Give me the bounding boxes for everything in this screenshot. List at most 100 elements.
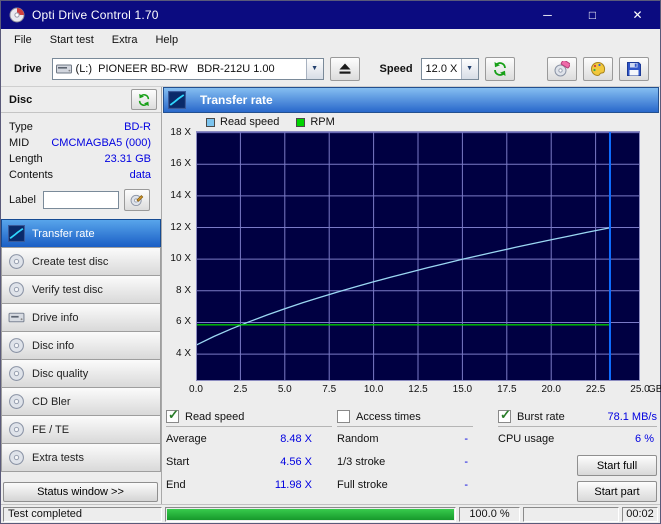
- x-tick-label: 12.5: [403, 384, 433, 395]
- result-label: Full stroke: [337, 479, 388, 491]
- disc-field-contents: Contents data: [1, 167, 161, 183]
- result-row-average: Average 8.48 X: [166, 427, 332, 450]
- speed-select[interactable]: 12.0 X ▼: [421, 58, 479, 80]
- maximize-button[interactable]: □: [570, 1, 615, 29]
- progress-fill: [167, 509, 454, 520]
- close-button[interactable]: ✕: [615, 1, 660, 29]
- x-tick-label: 20.0: [536, 384, 566, 395]
- y-tick-label: 6 X: [176, 316, 191, 327]
- read-speed-results-group: ✓ Read speed Average 8.48 X Start 4.56 X…: [166, 407, 332, 496]
- sidebar-item-label: Disc quality: [32, 368, 88, 380]
- result-row-end: End 11.98 X: [166, 473, 332, 496]
- y-tick-label: 14 X: [170, 190, 191, 201]
- refresh-disc-button[interactable]: [131, 89, 157, 110]
- section-title: Transfer rate: [200, 93, 273, 107]
- sidebar-item-transfer-rate[interactable]: Transfer rate: [1, 219, 161, 248]
- sidebar-item-label: Verify test disc: [32, 284, 103, 296]
- sidebar-item-drive-info[interactable]: Drive info: [1, 303, 161, 332]
- check-icon: ✓: [500, 407, 511, 423]
- statusbar: Test completed 100.0 % 00:02: [1, 504, 660, 523]
- menu-extra[interactable]: Extra: [103, 31, 147, 49]
- start-part-button[interactable]: Start part: [577, 481, 657, 502]
- drive-select[interactable]: (L:) PIONEER BD-RW BDR-212U 1.00 ▼: [52, 58, 324, 80]
- rpm-swatch: [296, 118, 305, 127]
- refresh-speeds-button[interactable]: [485, 57, 515, 81]
- read-speed-legend-label: Read speed: [220, 116, 279, 128]
- field-label: MID: [9, 137, 29, 149]
- access-times-checkbox-row: ✓ Access times: [337, 407, 473, 427]
- write-label-button[interactable]: [124, 189, 150, 211]
- save-button[interactable]: [619, 57, 649, 81]
- disc-label-caption: Label: [9, 194, 36, 206]
- minimize-button[interactable]: ─: [525, 1, 570, 29]
- sidebar-item-label: CD Bler: [32, 396, 71, 408]
- y-tick-label: 16 X: [170, 158, 191, 169]
- disc-field-length: Length 23.31 GB: [1, 151, 161, 167]
- result-label: 1/3 stroke: [337, 456, 385, 468]
- sidebar-item-label: Drive info: [32, 312, 78, 324]
- result-label: CPU usage: [498, 433, 554, 445]
- y-tick-label: 10 X: [170, 253, 191, 264]
- result-row-one-third-stroke: 1/3 stroke -: [337, 450, 473, 473]
- colors-button[interactable]: [583, 57, 613, 81]
- menu-help[interactable]: Help: [146, 31, 187, 49]
- x-tick-label: 22.5: [581, 384, 611, 395]
- chart-legend: Read speed RPM: [162, 113, 660, 131]
- x-axis-unit-label: GB: [648, 384, 661, 395]
- menu-file[interactable]: File: [5, 31, 41, 49]
- create-disc-icon: [8, 253, 25, 270]
- drive-dropdown-arrow-icon[interactable]: ▼: [306, 59, 323, 79]
- speed-label: Speed: [380, 63, 413, 75]
- field-label: Type: [9, 121, 33, 133]
- sidebar-item-disc-info[interactable]: Disc info: [1, 331, 161, 360]
- elapsed-time: 00:02: [622, 507, 658, 522]
- x-tick-label: 0.0: [181, 384, 211, 395]
- app-icon: [9, 7, 25, 23]
- burst-rate-checkbox[interactable]: ✓: [498, 410, 511, 423]
- disc-quality-icon: [8, 365, 25, 382]
- access-times-checkbox[interactable]: ✓: [337, 410, 350, 423]
- x-tick-label: 15.0: [447, 384, 477, 395]
- toolbar: Drive (L:) PIONEER BD-RW BDR-212U 1.00 ▼…: [1, 51, 660, 87]
- field-value: BD-R: [124, 121, 151, 133]
- read-speed-checkbox[interactable]: ✓: [166, 410, 179, 423]
- erase-disc-icon: [554, 61, 570, 77]
- disc-field-type: Type BD-R: [1, 119, 161, 135]
- x-tick-label: 17.5: [492, 384, 522, 395]
- access-times-results-group: ✓ Access times Random - 1/3 stroke - Ful…: [337, 407, 473, 496]
- result-value: -: [464, 456, 468, 468]
- result-row-full-stroke: Full stroke -: [337, 473, 473, 496]
- disc-sidebar: Disc Type BD-R MID CMCMAGBA5 (000) Lengt…: [1, 87, 162, 504]
- field-label: Contents: [9, 169, 53, 181]
- burst-rate-checkbox-row: ✓ Burst rate 78.1 MB/s: [498, 407, 657, 427]
- menubar: File Start test Extra Help: [1, 29, 660, 51]
- y-tick-label: 4 X: [176, 348, 191, 359]
- speed-dropdown-arrow-icon[interactable]: ▼: [461, 59, 478, 79]
- sidebar-item-fe-te[interactable]: FE / TE: [1, 415, 161, 444]
- erase-disc-button[interactable]: [547, 57, 577, 81]
- sidebar-item-extra-tests[interactable]: Extra tests: [1, 443, 161, 472]
- sidebar-item-cd-bler[interactable]: CD Bler: [1, 387, 161, 416]
- app-window: Opti Drive Control 1.70 ─ □ ✕ File Start…: [0, 0, 661, 524]
- start-full-button[interactable]: Start full: [577, 455, 657, 476]
- status-message: Test completed: [3, 507, 162, 522]
- field-label: Length: [9, 153, 43, 165]
- read-speed-checkbox-label: Read speed: [185, 411, 244, 423]
- sidebar-item-verify-test-disc[interactable]: Verify test disc: [1, 275, 161, 304]
- fe-te-icon: [8, 421, 25, 438]
- disc-label-input[interactable]: [43, 191, 119, 209]
- result-value: 6 %: [635, 433, 654, 445]
- eject-icon: [337, 61, 353, 77]
- sidebar-item-create-test-disc[interactable]: Create test disc: [1, 247, 161, 276]
- status-window-button[interactable]: Status window >>: [3, 482, 158, 502]
- result-row-start: Start 4.56 X: [166, 450, 332, 473]
- drive-info-icon: [8, 309, 25, 326]
- sidebar-item-label: FE / TE: [32, 424, 69, 436]
- eject-button[interactable]: [330, 57, 360, 81]
- sidebar-item-disc-quality[interactable]: Disc quality: [1, 359, 161, 388]
- menu-start-test[interactable]: Start test: [41, 31, 103, 49]
- read-speed-swatch: [206, 118, 215, 127]
- sidebar-item-label: Transfer rate: [32, 228, 95, 240]
- transfer-rate-header-icon: [168, 91, 186, 109]
- colors-palette-icon: [590, 61, 606, 77]
